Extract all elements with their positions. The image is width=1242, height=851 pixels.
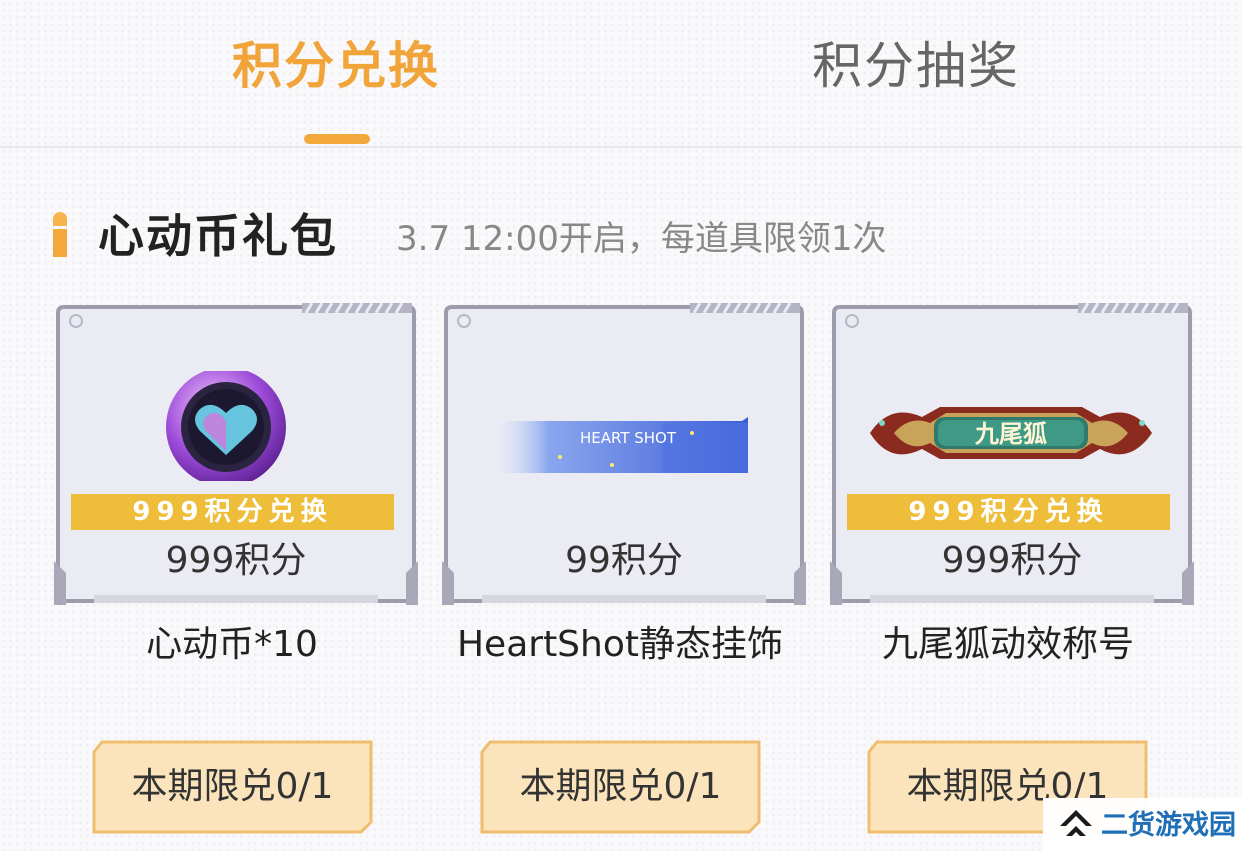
active-tab-indicator — [304, 134, 370, 144]
section-subtitle: 3.7 12:00开启，每道具限领1次 — [396, 219, 887, 259]
nine-tail-fox-title-text: 九尾狐 — [974, 419, 1047, 448]
item-name: HeartShot静态挂饰 — [456, 624, 783, 665]
item-name: 九尾狐动效称号 — [881, 624, 1134, 665]
redeem-limit-label: 本期限兑0/1 — [519, 766, 722, 807]
exchange-badge: 999积分兑换 — [847, 494, 1170, 530]
exchange-badge: 999积分兑换 — [71, 494, 394, 530]
reward-card-heartshot[interactable]: HEART SHOT 99积分 — [442, 303, 806, 605]
points-cost: 999积分 — [941, 540, 1083, 581]
reward-card-heart-coin[interactable]: 999积分兑换 999积分 — [54, 303, 418, 605]
redeem-limit-button[interactable]: 本期限兑0/1 — [480, 740, 761, 834]
watermark-text: 二货游戏园 — [1101, 810, 1236, 841]
item-name: 心动币*10 — [146, 624, 318, 665]
nine-tail-fox-title-icon: 九尾狐 — [870, 407, 1152, 459]
heart-coin-icon — [166, 371, 286, 481]
heartshot-banner-icon: HEART SHOT — [482, 417, 748, 473]
redeem-limit-button[interactable]: 本期限兑0/1 — [92, 740, 373, 834]
tab-bar: 积分兑换 积分抽奖 — [0, 0, 1242, 148]
section-title: 心动币礼包 — [98, 209, 338, 263]
section-marker-icon — [53, 212, 67, 257]
tab-points-lottery[interactable]: 积分抽奖 — [812, 34, 1020, 98]
watermark-logo-icon — [1060, 810, 1092, 836]
reward-card-nine-tail-fox[interactable]: 九尾狐 999积分兑换 999积分 — [830, 303, 1194, 605]
points-cost: 99积分 — [565, 540, 683, 581]
points-cost: 999积分 — [165, 540, 307, 581]
redeem-limit-label: 本期限兑0/1 — [131, 766, 334, 807]
heartshot-logo-text: HEART SHOT — [580, 429, 677, 447]
tab-points-exchange[interactable]: 积分兑换 — [232, 34, 440, 98]
watermark: 二货游戏园 — [1043, 798, 1242, 851]
